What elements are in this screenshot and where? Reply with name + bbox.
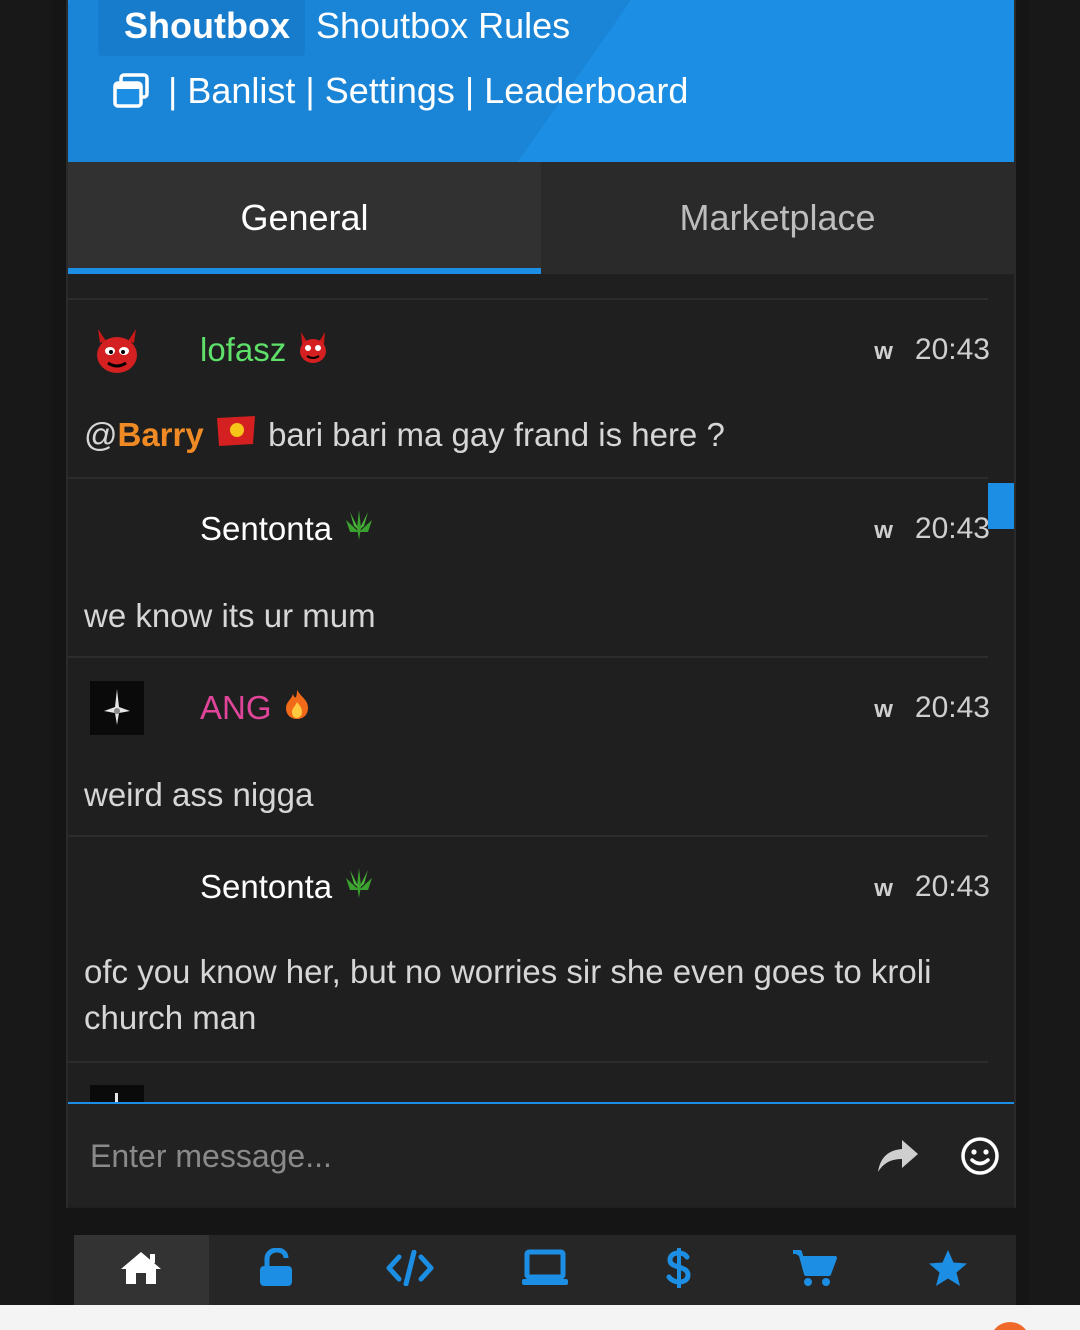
- leaf-badge-icon: [344, 866, 374, 908]
- nav-home[interactable]: [74, 1235, 209, 1305]
- bottom-nav: [74, 1235, 1016, 1305]
- message-time: 20:43: [914, 512, 990, 545]
- nav-cart[interactable]: [747, 1235, 882, 1305]
- nav-unlock[interactable]: [209, 1235, 344, 1305]
- nav-dollar[interactable]: [612, 1235, 747, 1305]
- settings-link[interactable]: Settings: [325, 70, 455, 112]
- message-meta: w 20:43: [874, 512, 990, 546]
- cart-icon: [791, 1248, 837, 1293]
- separator: |: [168, 70, 178, 111]
- mention[interactable]: @Barry: [84, 416, 204, 453]
- user-avatar[interactable]: [90, 1085, 144, 1102]
- tab-marketplace[interactable]: Marketplace: [541, 162, 1014, 274]
- message-text: @Barry bari bari ma gay frand is here ?: [84, 412, 974, 460]
- shoutbox-header: Shoutbox Shoutbox Rules | Banlist | Sett…: [68, 0, 1014, 162]
- username[interactable]: Sentonta: [200, 508, 374, 550]
- home-icon: [119, 1249, 163, 1292]
- channel-tabs: General Marketplace: [68, 162, 1014, 274]
- shoutbox-title[interactable]: Shoutbox: [98, 0, 305, 56]
- right-gutter: [1030, 0, 1080, 1305]
- username[interactable]: Sentonta: [200, 866, 374, 908]
- separator: |: [305, 70, 315, 111]
- scrollbar-thumb[interactable]: [988, 483, 1014, 529]
- username-text[interactable]: Sentonta: [200, 510, 332, 548]
- message-time: 20:43: [914, 333, 990, 366]
- laptop-icon: [521, 1249, 569, 1292]
- message-time: 20:43: [914, 870, 990, 903]
- message-item: Sentonta w 20:43 we know its ur mum: [68, 477, 990, 657]
- dollar-icon: [665, 1247, 693, 1294]
- nav-laptop[interactable]: [478, 1235, 613, 1305]
- message-time: 20:43: [914, 691, 990, 724]
- send-icon[interactable]: [876, 1136, 920, 1176]
- message-meta: w 20:43: [874, 870, 990, 904]
- unlock-icon: [258, 1246, 294, 1293]
- mention-name[interactable]: Barry: [118, 416, 204, 453]
- message-item: Sentonta w 20:43 ofc you know her, but n…: [68, 835, 990, 1061]
- message-text: weird ass nigga: [84, 776, 314, 813]
- nav-star[interactable]: [881, 1235, 1016, 1305]
- mention-at: @: [84, 416, 118, 453]
- message-item: ANG w 20:43 weird ass nigga: [68, 656, 990, 836]
- leaf-badge-icon: [344, 508, 374, 550]
- username[interactable]: ANG: [200, 688, 312, 728]
- message-input-bar: Enter message...: [68, 1102, 1014, 1206]
- banlist-link[interactable]: Banlist: [187, 70, 295, 112]
- username-text[interactable]: lofasz: [200, 331, 286, 369]
- flag-letter: w: [874, 875, 893, 902]
- devil-badge-icon: [296, 328, 330, 372]
- leaderboard-link[interactable]: Leaderboard: [484, 70, 688, 112]
- message-body: bari bari ma gay frand is here ?: [268, 416, 725, 453]
- tab-general[interactable]: General: [68, 162, 541, 274]
- message-list: lofasz w 20:43 @Barry bari bari ma gay f…: [68, 274, 1014, 1102]
- flag-emoji-icon: [213, 414, 259, 460]
- user-avatar[interactable]: [90, 323, 144, 377]
- separator: |: [464, 70, 475, 111]
- message-item: lofasz w 20:43 @Barry bari bari ma gay f…: [68, 298, 990, 478]
- message-item: [68, 1061, 988, 1102]
- message-meta: w 20:43: [874, 333, 990, 367]
- star-icon: [927, 1248, 969, 1293]
- code-icon: [386, 1249, 434, 1291]
- user-avatar[interactable]: [90, 681, 144, 735]
- username[interactable]: lofasz: [200, 328, 330, 372]
- popout-window-icon[interactable]: [112, 72, 150, 110]
- nav-code[interactable]: [343, 1235, 478, 1305]
- message-text: we know its ur mum: [84, 597, 376, 634]
- username-text[interactable]: Sentonta: [200, 868, 332, 906]
- header-links: | Banlist | Settings | Leaderboard: [112, 70, 688, 112]
- emoji-icon[interactable]: [960, 1136, 1000, 1176]
- left-gutter: [0, 0, 52, 1305]
- message-input[interactable]: Enter message...: [90, 1138, 332, 1175]
- flag-letter: w: [874, 696, 893, 723]
- fire-badge-icon: [282, 688, 312, 728]
- flag-letter: w: [874, 517, 893, 544]
- message-meta: w 20:43: [874, 691, 990, 725]
- shoutbox-rules-link[interactable]: Shoutbox Rules: [316, 5, 570, 47]
- bottom-strip: [0, 1305, 1080, 1330]
- flag-letter: w: [874, 338, 893, 365]
- message-text: ofc you know her, but no worries sir she…: [84, 953, 932, 1036]
- username-text[interactable]: ANG: [200, 689, 272, 727]
